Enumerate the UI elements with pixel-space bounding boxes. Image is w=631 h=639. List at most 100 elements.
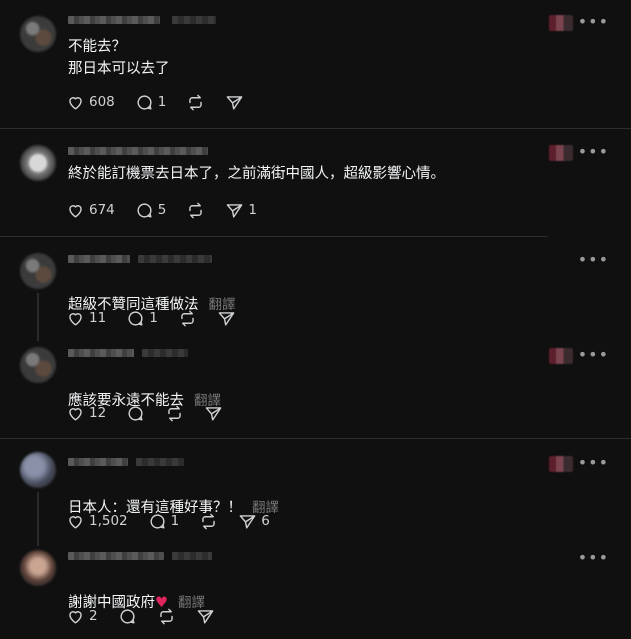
repost-button[interactable] xyxy=(186,201,205,220)
send-icon xyxy=(227,203,243,218)
reply-post: ••• 應該要永遠不能去 翻譯 12 xyxy=(0,337,631,439)
reply-post: ••• 超級不贊同這種做法 翻譯 11 1 xyxy=(0,237,631,341)
post-text: 終於能訂機票去日本了，之前滿街中國人，超級影響心情。 xyxy=(68,166,445,182)
comment-icon xyxy=(137,94,152,110)
share-button[interactable]: 1 xyxy=(225,201,257,220)
username-redacted[interactable] xyxy=(68,16,160,24)
reply-post: ••• 日本人：還有這種好事？！ 翻譯 1,502 1 6 xyxy=(0,440,631,546)
username-redacted[interactable] xyxy=(68,349,134,357)
action-bar: 674 5 1 xyxy=(66,199,277,221)
share-button[interactable]: 6 xyxy=(238,512,270,531)
like-count: 12 xyxy=(89,405,107,421)
divider xyxy=(0,438,631,439)
action-bar: 2 xyxy=(66,605,235,627)
timestamp-redacted xyxy=(172,16,216,24)
repost-icon xyxy=(168,405,181,421)
repost-button[interactable] xyxy=(199,512,218,531)
username-redacted[interactable] xyxy=(68,255,130,263)
comment-icon xyxy=(128,310,143,326)
avatar[interactable] xyxy=(20,145,56,181)
more-icon[interactable]: ••• xyxy=(578,250,609,269)
timestamp-redacted xyxy=(138,255,212,263)
reply-context-badge xyxy=(549,15,573,31)
repost-icon xyxy=(159,608,173,624)
username-redacted[interactable] xyxy=(68,552,164,560)
reply-context-badge xyxy=(549,145,573,161)
action-bar: 1,502 1 6 xyxy=(66,510,290,532)
share-button[interactable] xyxy=(196,607,215,626)
reply-button[interactable]: 1 xyxy=(135,93,167,112)
send-icon xyxy=(227,95,243,110)
share-button[interactable] xyxy=(225,93,248,112)
repost-button[interactable] xyxy=(165,404,184,423)
reply-count: 1 xyxy=(170,513,180,529)
comment-icon xyxy=(120,608,135,624)
send-icon xyxy=(239,514,256,529)
reply-count: 5 xyxy=(157,202,167,218)
comment-icon xyxy=(128,405,143,421)
repost-button[interactable] xyxy=(157,607,176,626)
heart-icon xyxy=(69,407,82,421)
like-button[interactable]: 674 xyxy=(66,201,115,220)
like-count: 2 xyxy=(89,608,98,624)
reply-context-badge xyxy=(549,348,573,364)
like-button[interactable]: 12 xyxy=(66,404,106,423)
avatar[interactable] xyxy=(20,452,56,488)
action-bar: 12 xyxy=(66,402,243,424)
heart-icon xyxy=(69,515,82,529)
username-redacted[interactable] xyxy=(68,147,208,155)
heart-icon xyxy=(69,96,82,110)
username-redacted[interactable] xyxy=(68,458,128,466)
heart-icon xyxy=(69,204,82,218)
more-icon[interactable]: ••• xyxy=(578,12,609,31)
reply-button[interactable]: 5 xyxy=(135,201,167,220)
more-icon[interactable]: ••• xyxy=(578,142,609,161)
more-icon[interactable]: ••• xyxy=(578,345,609,364)
reply-post: ••• 終於能訂機票去日本了，之前滿街中國人，超級影響心情。 674 5 1 xyxy=(0,129,631,237)
timestamp-redacted xyxy=(142,349,188,357)
like-button[interactable]: 11 xyxy=(66,309,106,328)
reply-count: 1 xyxy=(149,310,158,326)
send-icon xyxy=(205,406,222,421)
repost-button[interactable] xyxy=(186,93,205,112)
comment-icon xyxy=(137,202,152,218)
share-button[interactable] xyxy=(217,309,236,328)
repost-icon xyxy=(202,513,216,529)
like-button[interactable]: 608 xyxy=(66,93,115,112)
timestamp-redacted xyxy=(136,458,184,466)
action-bar: 608 1 xyxy=(66,91,268,113)
like-button[interactable]: 2 xyxy=(66,607,98,626)
like-button[interactable]: 1,502 xyxy=(66,512,128,531)
avatar[interactable] xyxy=(20,253,56,289)
like-count: 1,502 xyxy=(89,513,128,529)
reply-button[interactable]: 1 xyxy=(148,512,180,531)
heart-icon xyxy=(69,312,82,326)
send-icon xyxy=(197,609,213,624)
share-count: 6 xyxy=(261,513,270,529)
repost-button[interactable] xyxy=(178,309,197,328)
thread-line xyxy=(37,492,39,546)
like-count: 11 xyxy=(89,310,107,326)
reply-button[interactable] xyxy=(126,404,145,423)
reply-count: 1 xyxy=(157,94,167,110)
action-bar: 11 1 xyxy=(66,307,256,329)
more-icon[interactable]: ••• xyxy=(578,548,609,567)
comment-icon xyxy=(150,513,165,529)
reply-post: ••• 不能去？ 那日本可以去了 608 1 xyxy=(0,0,631,129)
thread-line xyxy=(37,293,39,341)
reply-post: ••• 謝謝中國政府♥ 翻譯 2 xyxy=(0,540,631,639)
avatar[interactable] xyxy=(20,16,56,52)
post-text: 不能去？ 那日本可以去了 xyxy=(68,39,170,77)
share-button[interactable] xyxy=(204,404,223,423)
avatar[interactable] xyxy=(20,550,56,586)
more-icon[interactable]: ••• xyxy=(578,453,609,472)
reply-button[interactable]: 1 xyxy=(126,309,158,328)
like-count: 608 xyxy=(89,94,115,110)
heart-icon xyxy=(69,610,82,624)
share-count: 1 xyxy=(248,202,257,218)
avatar[interactable] xyxy=(20,347,56,383)
like-count: 674 xyxy=(89,202,115,218)
send-icon xyxy=(218,311,235,326)
reply-feed: ••• 不能去？ 那日本可以去了 608 1 ••• 終於能訂機票去日本了，之前… xyxy=(0,0,631,639)
reply-button[interactable] xyxy=(118,607,137,626)
